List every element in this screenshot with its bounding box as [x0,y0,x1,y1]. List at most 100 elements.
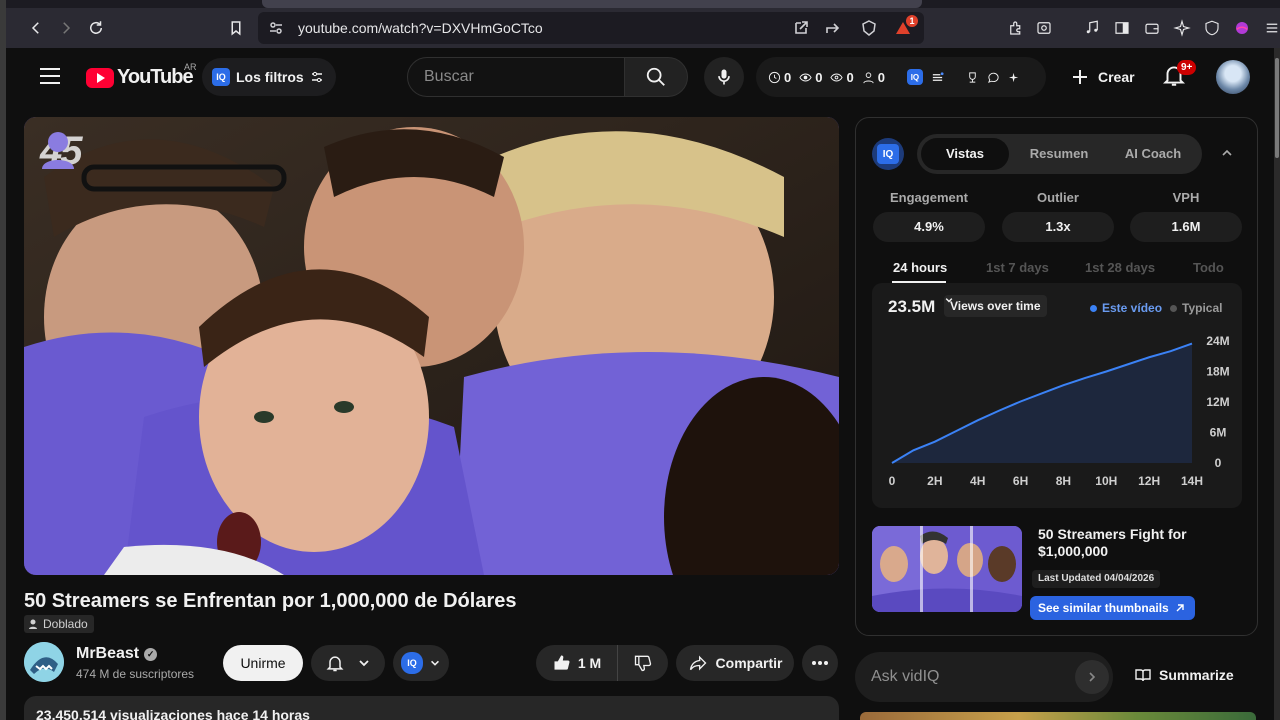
more-horizontal-icon [812,661,828,665]
range-24-hours[interactable]: 24 hours [893,260,947,275]
sparkle-icon[interactable] [1008,71,1021,84]
eye-outline-icon [830,73,844,81]
y-tick-label: 6M [1210,426,1227,440]
channel-name-row[interactable]: MrBeast ✓ [76,645,158,663]
voice-search-button[interactable] [704,57,744,97]
media-icon[interactable] [1080,16,1104,40]
video-frame [24,117,839,575]
summarize-button[interactable]: Summarize [1135,667,1234,683]
filters-button[interactable]: IQ Los filtros [202,58,336,96]
dislike-button[interactable] [618,645,668,681]
similar-thumbnails-button[interactable]: See similar thumbnails [1030,596,1195,620]
chevron-down-icon [431,660,439,666]
thumbs-up-icon [554,655,570,670]
channel-name[interactable]: MrBeast [76,645,139,663]
extensions-icon[interactable] [1004,16,1028,40]
x-tick-label: 0 [889,474,896,488]
x-tick-label: 2H [927,474,942,488]
window-border [0,48,6,720]
vidiq-icon[interactable]: IQ [906,69,923,85]
subscribe-bell-button[interactable] [311,645,385,681]
notifications-button[interactable]: 9+ [1161,60,1197,90]
chevron-down-icon [359,660,369,667]
chat-icon[interactable] [987,71,1000,84]
vidiq-icon: IQ [877,144,899,164]
share-button[interactable]: Compartir [676,645,794,681]
vidiq-stats-bar[interactable]: 0 0 0 0 IQ [756,57,1046,97]
tab-resumen[interactable]: Resumen [1013,138,1105,170]
address-bar[interactable]: youtube.com/watch?v=DXVHmGoCTco 1 [258,12,924,44]
site-settings-icon[interactable] [268,20,284,36]
bookmark-icon[interactable] [224,16,248,40]
vpn-icon[interactable] [1200,16,1224,40]
app-menu-icon[interactable] [1260,16,1280,40]
vidiq-panel: IQ Vistas Resumen AI Coach Engagement 4.… [855,117,1258,636]
next-thumbnail-peek[interactable] [860,712,1256,720]
chevron-up-icon[interactable] [1220,146,1234,160]
trophy-icon[interactable] [966,71,979,84]
description-box[interactable]: 23.450.514 visualizaciones hace 14 horas [24,696,839,720]
person-voice-icon [29,619,37,629]
related-thumbnail[interactable] [872,526,1022,612]
screenshot-icon[interactable] [1032,16,1056,40]
series-area [892,343,1192,463]
stat-value: 0 [784,69,792,85]
share-icon[interactable] [824,19,842,37]
tab-vistas[interactable]: Vistas [921,138,1009,170]
search-input[interactable]: Buscar [407,57,625,97]
dubbed-badge: Doblado [24,615,94,633]
like-count: 1 M [577,655,602,671]
metric-label: VPH [1172,190,1200,205]
channel-avatar[interactable] [24,642,64,682]
panel-tabs: Vistas Resumen AI Coach [917,134,1202,174]
reload-icon[interactable] [84,16,108,40]
views-and-date: 23.450.514 visualizaciones hace 14 horas [36,707,310,720]
like-button[interactable]: 1 M [536,645,618,681]
url-text[interactable]: youtube.com/watch?v=DXVHmGoCTco [298,20,543,36]
last-updated: Last Updated 04/04/2026 [1032,570,1161,588]
range-all[interactable]: Todo [1193,260,1224,275]
views-chart-card: 23.5M Views over time Este vídeo Typical… [872,283,1242,508]
screen: { "browser": { "url": "youtube.com/watch… [0,0,1280,720]
tab-ai-coach[interactable]: AI Coach [1107,138,1199,170]
y-tick-label: 18M [1206,365,1229,379]
forward-icon[interactable] [54,16,78,40]
account-avatar[interactable] [1216,60,1250,94]
chevron-right-icon [1089,672,1096,682]
sidebar-icon[interactable] [1110,16,1134,40]
video-player[interactable]: 45 [24,117,839,575]
brave-shield-icon[interactable] [860,19,878,37]
country-code: AR [184,62,197,72]
range-28-days[interactable]: 1st 28 days [1085,260,1155,275]
ask-submit-button[interactable] [1075,660,1109,694]
scrollbar-thumb[interactable] [1275,58,1279,158]
back-icon[interactable] [24,16,48,40]
search-button[interactable] [624,57,688,97]
guide-menu-icon[interactable] [40,68,60,84]
metric-value: 1.6M [1130,212,1242,242]
x-tick-label: 6H [1013,474,1028,488]
list-icon[interactable] [931,71,944,84]
share-arrow-icon [689,655,706,671]
wallet-icon[interactable] [1140,16,1164,40]
youtube-logo[interactable]: YouTube AR [86,62,197,89]
stat-views: 0 [799,70,822,85]
join-button[interactable]: Unirme [223,645,303,681]
x-tick-label: 10H [1095,474,1117,488]
open-external-icon[interactable] [792,19,810,37]
create-button[interactable]: Crear [1060,57,1149,97]
active-tab[interactable] [262,0,922,8]
more-actions-button[interactable] [802,645,838,681]
stat-users: 0 [862,70,885,85]
page-scrollbar[interactable] [1274,48,1280,720]
leo-ai-icon[interactable] [1170,16,1194,40]
profile-icon[interactable] [1230,16,1254,40]
notification-count-badge: 1 [906,15,918,27]
microphone-icon [718,69,730,85]
range-7-days[interactable]: 1st 7 days [986,260,1049,275]
thumbnail-image [872,526,1022,612]
plus-icon [1073,70,1087,84]
related-title[interactable]: 50 Streamers Fight for $1,000,000 [1038,526,1238,560]
vidiq-channel-button[interactable]: IQ [393,645,449,681]
y-tick-label: 12M [1206,395,1229,409]
